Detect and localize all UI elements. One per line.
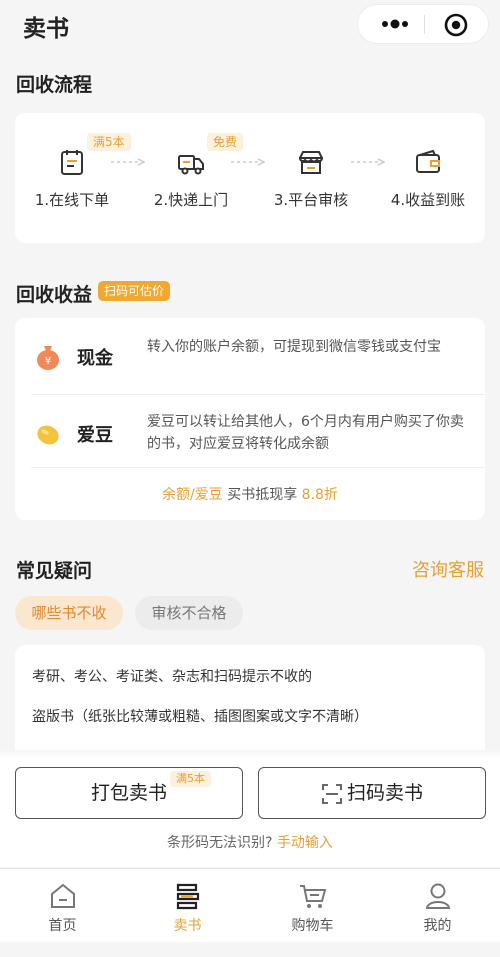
tab-label: 我的	[423, 918, 452, 934]
step-tag: 免费	[207, 133, 244, 151]
home-icon	[50, 883, 75, 908]
step-label: 3.平台审核	[273, 191, 349, 209]
earning-desc: 爱豆可以转让给其他人，6个月内有用户购买了你卖的书，对应爱豆将转化成余额	[147, 414, 464, 452]
faq-item: 盗版书（纸张比较薄或粗糙、插图图案或文字不清晰）	[32, 709, 368, 725]
more-icon[interactable]	[368, 5, 423, 43]
earning-item-beans: 爱豆 爱豆可以转让给其他人，6个月内有用户购买了你卖的书，对应爱豆将转化成余额	[15, 395, 485, 467]
scan-sell-button[interactable]: 扫码卖书	[258, 767, 486, 819]
tab-label: 首页	[48, 918, 77, 934]
step-label: 4.收益到账	[390, 191, 466, 209]
pack-min-tag: 满5本	[170, 771, 211, 787]
bean-icon	[37, 425, 59, 445]
footer-text: 买书抵现享	[222, 487, 302, 503]
action-bar-shadow	[0, 750, 500, 760]
tab-label: 购物车	[291, 918, 334, 934]
order-icon	[61, 150, 83, 175]
earning-name: 爱豆	[77, 425, 113, 446]
earnings-card: ¥ 现金 转入你的账户余额，可提现到微信零钱或支付宝 爱豆 爱豆可以转让给其他人…	[15, 318, 485, 520]
earning-name: 现金	[77, 348, 113, 369]
tab-review-failed[interactable]: 审核不合格	[135, 596, 243, 630]
balance-beans-label: 余额/爱豆	[162, 487, 223, 503]
process-step-review: 3.平台审核	[251, 147, 371, 210]
svg-text:¥: ¥	[45, 356, 51, 367]
step-tag: 满5本	[87, 133, 131, 151]
earnings-title: 回收收益	[16, 284, 93, 306]
tab-label: 卖书	[173, 918, 202, 934]
sell-book-icon	[176, 883, 199, 910]
step-label: 2.快递上门	[153, 191, 229, 209]
earnings-footer: 余额/爱豆 买书抵现享 8.8折	[15, 484, 485, 504]
capsule-divider	[424, 15, 425, 34]
earning-item-cash: ¥ 现金 转入你的账户余额，可提现到微信零钱或支付宝	[15, 318, 485, 394]
pack-sell-label: 打包卖书	[90, 782, 167, 804]
barcode-hint-row: 条形码无法识别? 手动输入	[0, 832, 500, 852]
process-step-payout: 4.收益到账	[368, 147, 488, 210]
tab-cart[interactable]: 购物车	[250, 869, 375, 943]
scan-sell-label: 扫码卖书	[346, 782, 423, 804]
process-step-order: 1.在线下单	[12, 147, 132, 210]
money-bag-icon: ¥	[37, 346, 59, 370]
process-step-delivery: 2.快递上门	[131, 147, 251, 210]
faq-card	[15, 645, 485, 765]
tab-books-not-accepted[interactable]: 哪些书不收	[15, 596, 123, 630]
tab-home[interactable]: 首页	[0, 869, 125, 943]
customer-service-link[interactable]: 咨询客服	[412, 556, 484, 582]
process-card: 1.在线下单 满5本 2.快递上门 免费 3.平台审核 4.收益到账	[15, 113, 485, 243]
divider	[31, 467, 485, 468]
close-target-icon[interactable]	[444, 13, 468, 37]
discount-value: 8.8折	[301, 487, 338, 503]
scan-estimate-badge[interactable]: 扫码可估价	[98, 281, 171, 301]
mini-program-capsule	[357, 4, 489, 44]
faq-title: 常见疑问	[16, 560, 93, 582]
step-label: 1.在线下单	[34, 191, 110, 209]
earning-desc: 转入你的账户余额，可提现到微信零钱或支付宝	[147, 339, 441, 355]
wallet-icon	[416, 149, 440, 173]
process-title: 回收流程	[16, 74, 93, 96]
user-icon	[425, 883, 450, 909]
tab-bar: 首页 卖书 购物车 我的	[0, 868, 500, 942]
page-title: 卖书	[23, 16, 69, 42]
cart-icon	[299, 885, 326, 908]
manual-input-link[interactable]: 手动输入	[277, 835, 333, 851]
barcode-hint: 条形码无法识别?	[167, 835, 273, 851]
store-icon	[298, 151, 324, 174]
tab-sell-books[interactable]: 卖书	[125, 869, 250, 943]
delivery-truck-icon	[178, 155, 204, 175]
scan-icon	[322, 784, 342, 804]
tab-profile[interactable]: 我的	[375, 869, 500, 943]
header-bar: 卖书	[0, 0, 500, 50]
faq-item: 考研、考公、考证类、杂志和扫码提示不收的	[32, 669, 312, 685]
